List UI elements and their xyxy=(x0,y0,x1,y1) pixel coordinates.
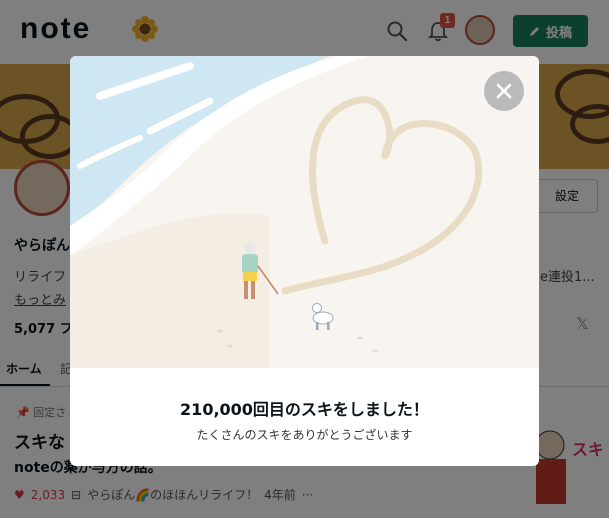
modal-title: 210,000回目のスキをしました！ xyxy=(180,400,429,419)
modal-subtitle: たくさんのスキをありがとうございます xyxy=(196,428,413,442)
close-icon xyxy=(496,83,512,99)
modal-close-button[interactable] xyxy=(484,71,524,111)
like-milestone-modal: 210,000回目のスキをしました！ たくさんのスキをありがとうございます xyxy=(70,56,539,466)
beach-heart-illustration xyxy=(70,56,539,368)
